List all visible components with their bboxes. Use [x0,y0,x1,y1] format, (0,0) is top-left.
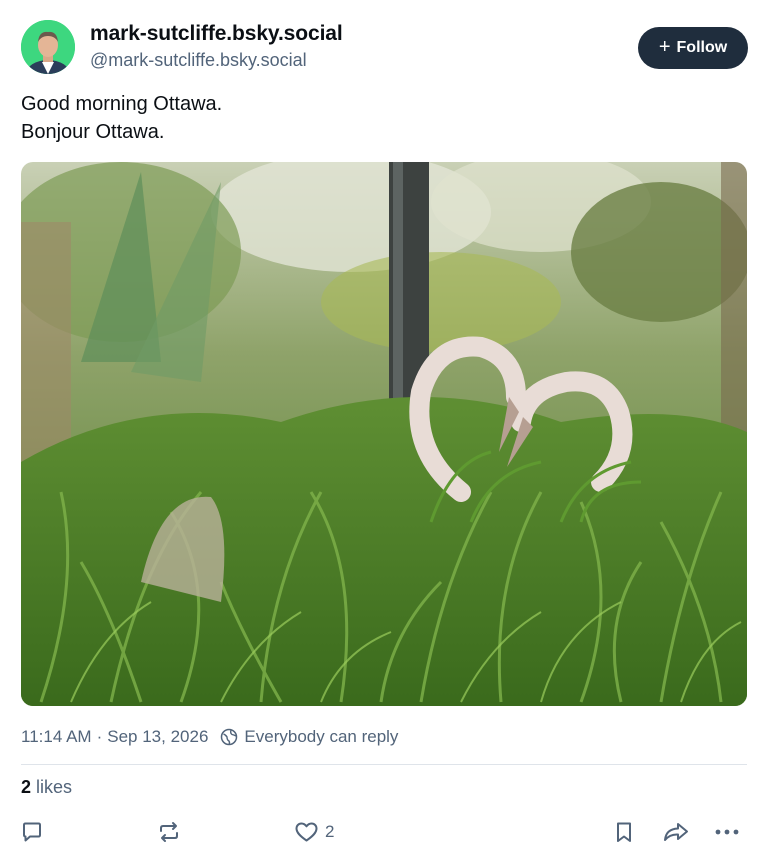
photo-heart-swans [21,162,747,706]
post-image[interactable] [21,162,747,706]
post-text-line: Bonjour Ottawa. [21,121,165,143]
likes-count: 2 [21,777,32,797]
reply-bubble-icon [23,822,41,842]
likes-stat[interactable]: 2 likes [21,777,72,798]
reply-setting-label: Everybody can reply [244,727,399,746]
reply-button[interactable] [20,818,44,846]
follow-button-label: Follow [676,39,728,56]
post-time[interactable]: 11:14 AM [21,727,92,747]
plus-icon: + [658,36,671,58]
share-arrow-icon [664,823,688,841]
post-text-line: Good morning Ottawa. [21,93,223,115]
share-button[interactable] [662,818,690,846]
avatar[interactable] [21,20,75,74]
heart-icon [295,822,318,842]
post-date[interactable]: Sep 13, 2026 [107,727,208,747]
author-handle[interactable]: @mark-sutcliffe.bsky.social [90,50,307,71]
globe-icon [221,728,238,746]
divider [21,764,747,765]
post-meta: 11:14 AM · Sep 13, 2026 Everybody can re… [21,727,398,747]
like-count: 2 [325,822,335,841]
follow-button[interactable]: + Follow [638,27,748,69]
author-display-name[interactable]: mark-sutcliffe.bsky.social [90,22,343,46]
repost-icon [160,822,178,842]
more-dots-icon [715,829,739,835]
like-button[interactable]: 2 [294,818,334,846]
bookmark-button[interactable] [612,818,636,846]
post-text: Good morning Ottawa. Bonjour Ottawa. [21,90,222,146]
reply-settings[interactable]: Everybody can reply [220,727,398,747]
avatar-image [21,20,75,74]
repost-button[interactable] [157,818,181,846]
bookmark-icon [617,822,631,842]
meta-separator: · [96,727,103,746]
likes-label: likes [36,777,73,797]
more-options-button[interactable] [714,818,740,846]
post-container: mark-sutcliffe.bsky.social @mark-sutclif… [0,0,768,865]
